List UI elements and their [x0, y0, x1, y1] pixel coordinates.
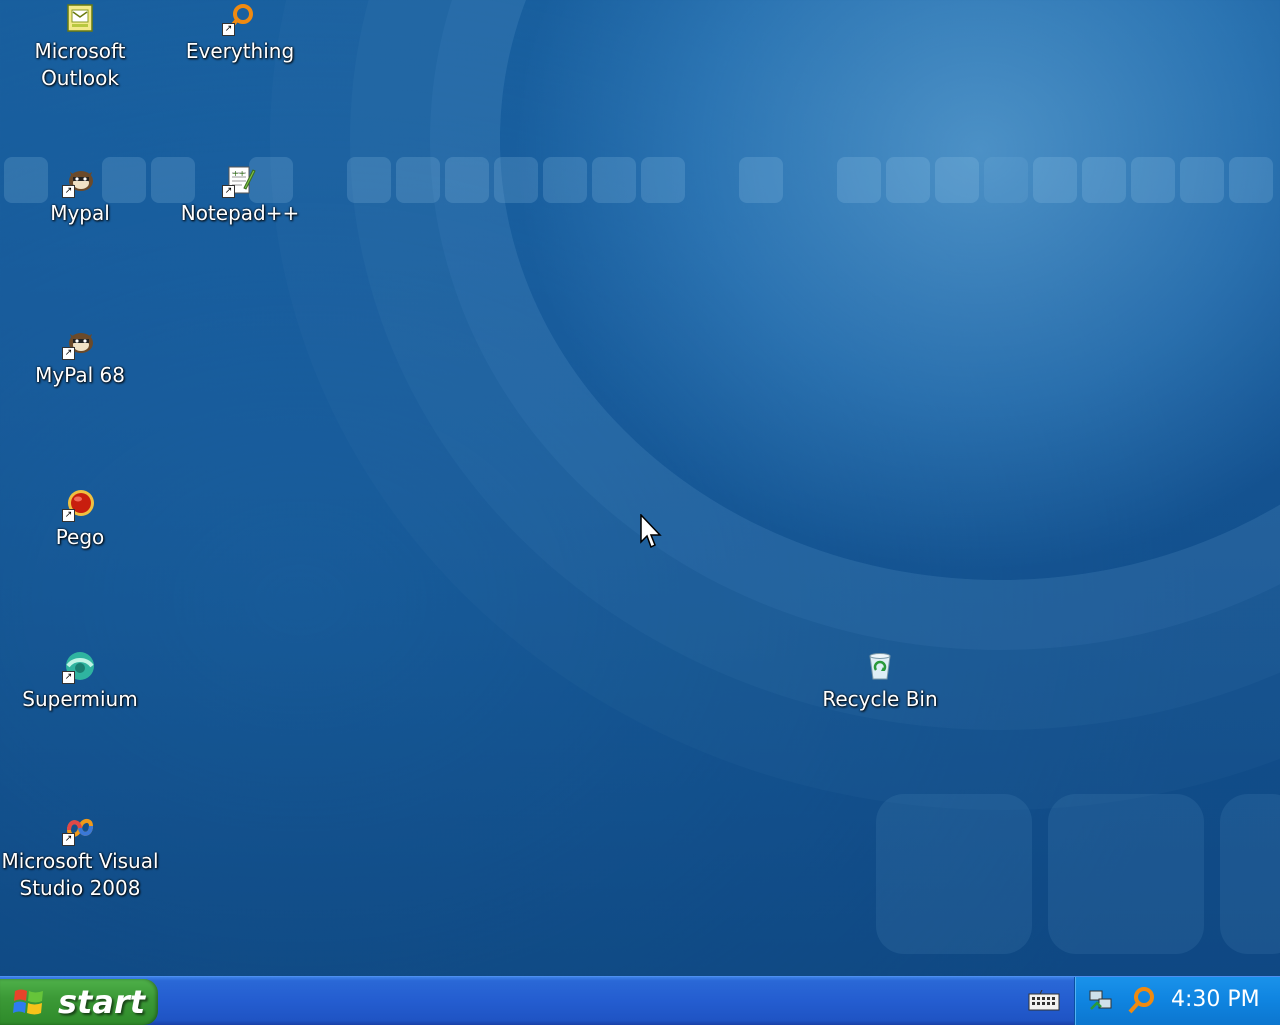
desktop-icon-label: Everything: [185, 39, 295, 63]
supermium-icon: ↗: [62, 650, 96, 684]
notepadpp-icon: ++ ↗: [222, 164, 256, 198]
desktop-icon-recycle-bin[interactable]: Recycle Bin: [800, 650, 960, 713]
desktop-icon-label: Microsoft Outlook: [34, 39, 126, 90]
recycle-bin-icon: [864, 650, 896, 682]
desktop-icon-everything[interactable]: ↗ Everything: [160, 2, 320, 65]
shortcut-arrow-icon: ↗: [62, 833, 75, 846]
network-icon[interactable]: [1087, 987, 1115, 1015]
desktop-icon-pego[interactable]: ↗ Pego: [0, 488, 160, 551]
desktop-icon-outlook[interactable]: Microsoft Outlook: [0, 2, 160, 92]
desktop-icon-notepadpp[interactable]: ++ ↗ Notepad++: [160, 164, 320, 227]
desktop-icon-label: MyPal 68: [35, 363, 125, 387]
desktop-icon-visual-studio[interactable]: ↗ Microsoft Visual Studio 2008: [0, 812, 160, 902]
windows-logo-icon: [12, 986, 46, 1018]
pego-icon: ↗: [62, 488, 96, 522]
svg-text:++: ++: [232, 169, 245, 178]
wallpaper-tile: [1220, 794, 1280, 954]
shortcut-arrow-icon: ↗: [62, 509, 75, 522]
everything-search-tray-icon[interactable]: [1125, 985, 1157, 1017]
desktop-icon-mypal[interactable]: ↗ Mypal: [0, 164, 160, 227]
shortcut-arrow-icon: ↗: [62, 347, 75, 360]
shortcut-arrow-icon: ↗: [62, 671, 75, 684]
mypal-icon: ↗: [62, 164, 96, 198]
desktop-icon-label: Mypal: [50, 201, 110, 225]
keyboard-language-icon[interactable]: [1028, 989, 1060, 1012]
outlook-icon: [64, 2, 96, 34]
clock[interactable]: 4:30 PM: [1171, 987, 1260, 1012]
wallpaper-tile: [876, 794, 1032, 954]
desktop-icon-label: Notepad++: [180, 201, 300, 225]
desktop-icon-label: Pego: [55, 525, 105, 549]
desktop-icon-label: Microsoft Visual Studio 2008: [1, 849, 159, 900]
mypal68-icon: ↗: [62, 326, 96, 360]
desktop-icon-mypal68[interactable]: ↗ MyPal 68: [0, 326, 160, 389]
shortcut-arrow-icon: ↗: [62, 185, 75, 198]
visual-studio-icon: ↗: [62, 812, 96, 846]
wallpaper-arcs: [500, 0, 1280, 580]
shortcut-arrow-icon: ↗: [222, 185, 235, 198]
start-label: start: [58, 983, 146, 1021]
start-button[interactable]: start: [0, 979, 158, 1025]
shortcut-arrow-icon: ↗: [222, 23, 235, 36]
mouse-cursor-icon: [640, 513, 664, 550]
taskbar: start 4:30 PM: [0, 976, 1280, 1025]
desktop[interactable]: Microsoft Outlook ↗ Everything ↗ Mypal +…: [0, 0, 1280, 976]
desktop-icon-supermium[interactable]: ↗ Supermium: [0, 650, 160, 713]
desktop-icon-label: Supermium: [22, 687, 138, 711]
system-tray: 4:30 PM: [1074, 977, 1280, 1025]
everything-search-icon: ↗: [222, 2, 256, 36]
wallpaper-tile: [1048, 794, 1204, 954]
desktop-icon-label: Recycle Bin: [822, 687, 938, 711]
